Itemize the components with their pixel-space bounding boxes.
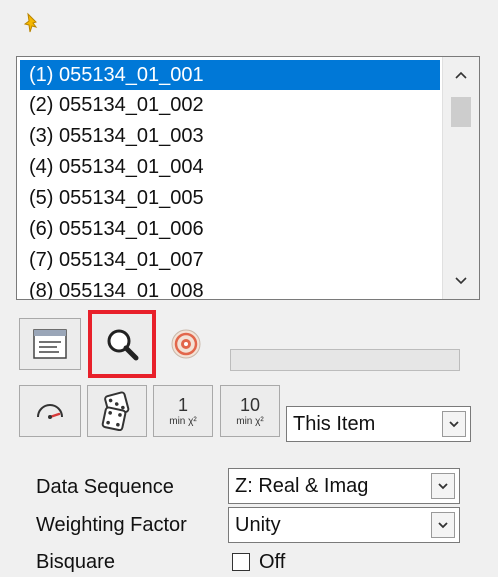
weighting-factor-select[interactable]: Unity (228, 507, 460, 543)
chevron-down-icon[interactable] (431, 473, 455, 499)
gauge-button[interactable] (19, 385, 81, 437)
list-view-button[interactable] (19, 318, 81, 370)
list-item[interactable]: (4) 055134_01_004 (17, 152, 443, 183)
item-listbox[interactable]: (1) 055134_01_001 (2) 055134_01_002 (3) … (16, 56, 480, 300)
list-view-icon (33, 329, 67, 359)
min-chi10-button[interactable]: 10 min χ² (220, 385, 280, 437)
chevron-down-icon[interactable] (431, 512, 455, 538)
bisquare-checkbox[interactable] (232, 553, 250, 571)
data-sequence-value: Z: Real & Imag (235, 475, 369, 497)
list-item[interactable]: (1) 055134_01_001 (20, 60, 440, 90)
min-chi1-button[interactable]: 1 min χ² (153, 385, 213, 437)
list-item[interactable]: (2) 055134_01_002 (17, 90, 443, 121)
bisquare-value: Off (259, 551, 286, 573)
min-chi1-count: 1 (177, 394, 188, 415)
target-icon (171, 329, 201, 359)
search-button[interactable] (88, 310, 156, 378)
min-chi10-label: min χ² (236, 415, 264, 427)
scope-select-value: This Item (293, 413, 376, 435)
data-sequence-select[interactable]: Z: Real & Imag (228, 468, 460, 504)
list-item[interactable]: (8) 055134_01_008 (17, 276, 443, 299)
pin-icon[interactable] (22, 12, 42, 34)
list-scrollbar[interactable] (442, 57, 479, 299)
gauge-icon (37, 404, 63, 419)
dice-icon (101, 391, 130, 431)
item-list: (1) 055134_01_001 (2) 055134_01_002 (3) … (17, 57, 443, 299)
random-button[interactable] (87, 385, 147, 437)
list-item[interactable]: (5) 055134_01_005 (17, 183, 443, 214)
list-item[interactable]: (7) 055134_01_007 (17, 245, 443, 276)
target-button[interactable] (163, 318, 209, 370)
scroll-thumb[interactable] (451, 97, 471, 127)
bisquare-label: Bisquare (36, 551, 115, 573)
magnifier-icon (107, 329, 139, 361)
scroll-down-icon[interactable] (443, 267, 479, 297)
chevron-down-icon[interactable] (442, 411, 466, 437)
progress-bar (230, 349, 460, 371)
scroll-up-icon[interactable] (443, 61, 479, 91)
list-item[interactable]: (6) 055134_01_006 (17, 214, 443, 245)
data-sequence-label: Data Sequence (36, 476, 174, 498)
min-chi1-label: min χ² (169, 415, 197, 427)
weighting-factor-value: Unity (235, 514, 281, 536)
weighting-factor-label: Weighting Factor (36, 514, 187, 536)
list-item[interactable]: (3) 055134_01_003 (17, 121, 443, 152)
min-chi10-count: 10 (239, 394, 260, 415)
scope-select[interactable]: This Item (286, 406, 471, 442)
